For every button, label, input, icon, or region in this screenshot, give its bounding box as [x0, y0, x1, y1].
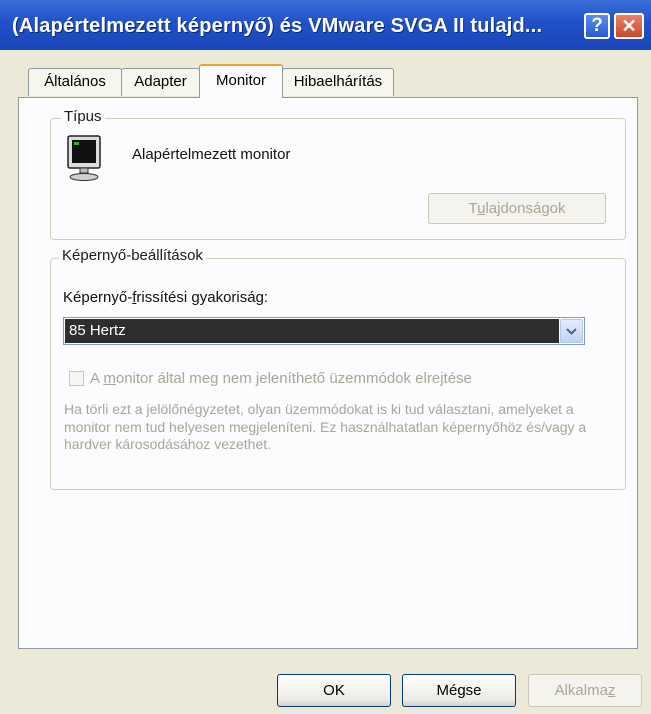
hide-modes-label-prefix: A — [90, 370, 104, 387]
refresh-rate-label-prefix: Képernyő- — [63, 289, 133, 306]
display-settings-legend: Képernyő-beállítások — [59, 247, 206, 264]
chevron-down-icon — [566, 328, 577, 335]
hide-modes-label-access-key: m — [103, 370, 116, 387]
refresh-rate-select[interactable]: 85 Hertz — [63, 317, 585, 345]
monitor-icon — [67, 135, 101, 181]
properties-button-label-rest: lajdonságok — [485, 200, 566, 217]
monitor-type-legend: Típus — [61, 108, 105, 125]
help-button[interactable]: ? — [584, 13, 610, 39]
dropdown-arrow-button[interactable] — [560, 319, 583, 343]
apply-button[interactable]: Alkalmaz — [528, 674, 642, 707]
apply-button-label-prefix: Alkalma — [554, 682, 608, 699]
hide-modes-label-rest: onitor által meg nem jeleníthető üzemmód… — [115, 370, 472, 387]
refresh-rate-label: Képernyő-frissítési gyakoriság: — [63, 289, 268, 306]
hide-modes-label: A monitor által meg nem jeleníthető üzem… — [90, 370, 472, 387]
properties-button[interactable]: Tulajdonságok — [428, 193, 606, 224]
tab-monitor[interactable]: Monitor — [199, 64, 283, 98]
ok-button[interactable]: OK — [277, 674, 391, 707]
tab-adapter[interactable]: Adapter — [121, 68, 200, 96]
tab-general[interactable]: Általános — [28, 68, 122, 96]
monitor-name: Alapértelmezett monitor — [132, 146, 291, 163]
apply-button-access-key: z — [607, 682, 616, 699]
tab-troubleshoot[interactable]: Hibaelhárítás — [282, 68, 394, 96]
refresh-rate-value: 85 Hertz — [65, 319, 559, 343]
close-button[interactable]: ✕ — [614, 13, 644, 39]
window-title: (Alapértelmezett képernyő) és VMware SVG… — [12, 15, 543, 37]
warning-text: Ha törli ezt a jelölőnégyzetet, olyan üz… — [64, 401, 587, 452]
refresh-rate-label-rest: rissítési gyakoriság: — [136, 289, 269, 306]
hide-modes-checkbox[interactable] — [69, 371, 84, 386]
cancel-button[interactable]: Mégse — [402, 674, 516, 707]
properties-button-label-prefix: T — [468, 200, 478, 217]
title-bar[interactable]: (Alapértelmezett képernyő) és VMware SVG… — [0, 0, 651, 50]
